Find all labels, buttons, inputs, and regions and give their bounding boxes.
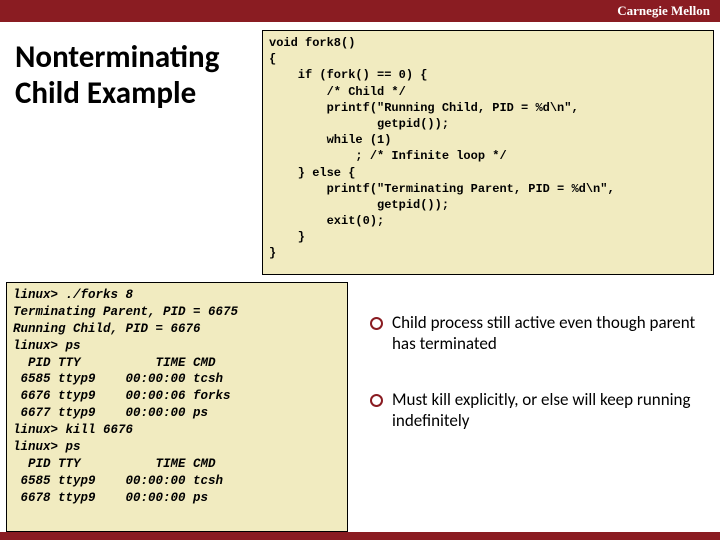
bullet-list: Child process still active even though p… <box>370 312 705 465</box>
slide-title: NonterminatingChild Example <box>15 40 219 111</box>
header-bar: Carnegie Mellon <box>0 0 720 22</box>
shell-output: linux> ./forks 8 Terminating Parent, PID… <box>6 282 348 532</box>
footer-bar <box>0 532 720 540</box>
bullet-item: Must kill explicitly, or else will keep … <box>370 389 705 432</box>
header-org: Carnegie Mellon <box>617 3 710 19</box>
code-block: void fork8() { if (fork() == 0) { /* Chi… <box>262 30 714 275</box>
bullet-item: Child process still active even though p… <box>370 312 705 355</box>
